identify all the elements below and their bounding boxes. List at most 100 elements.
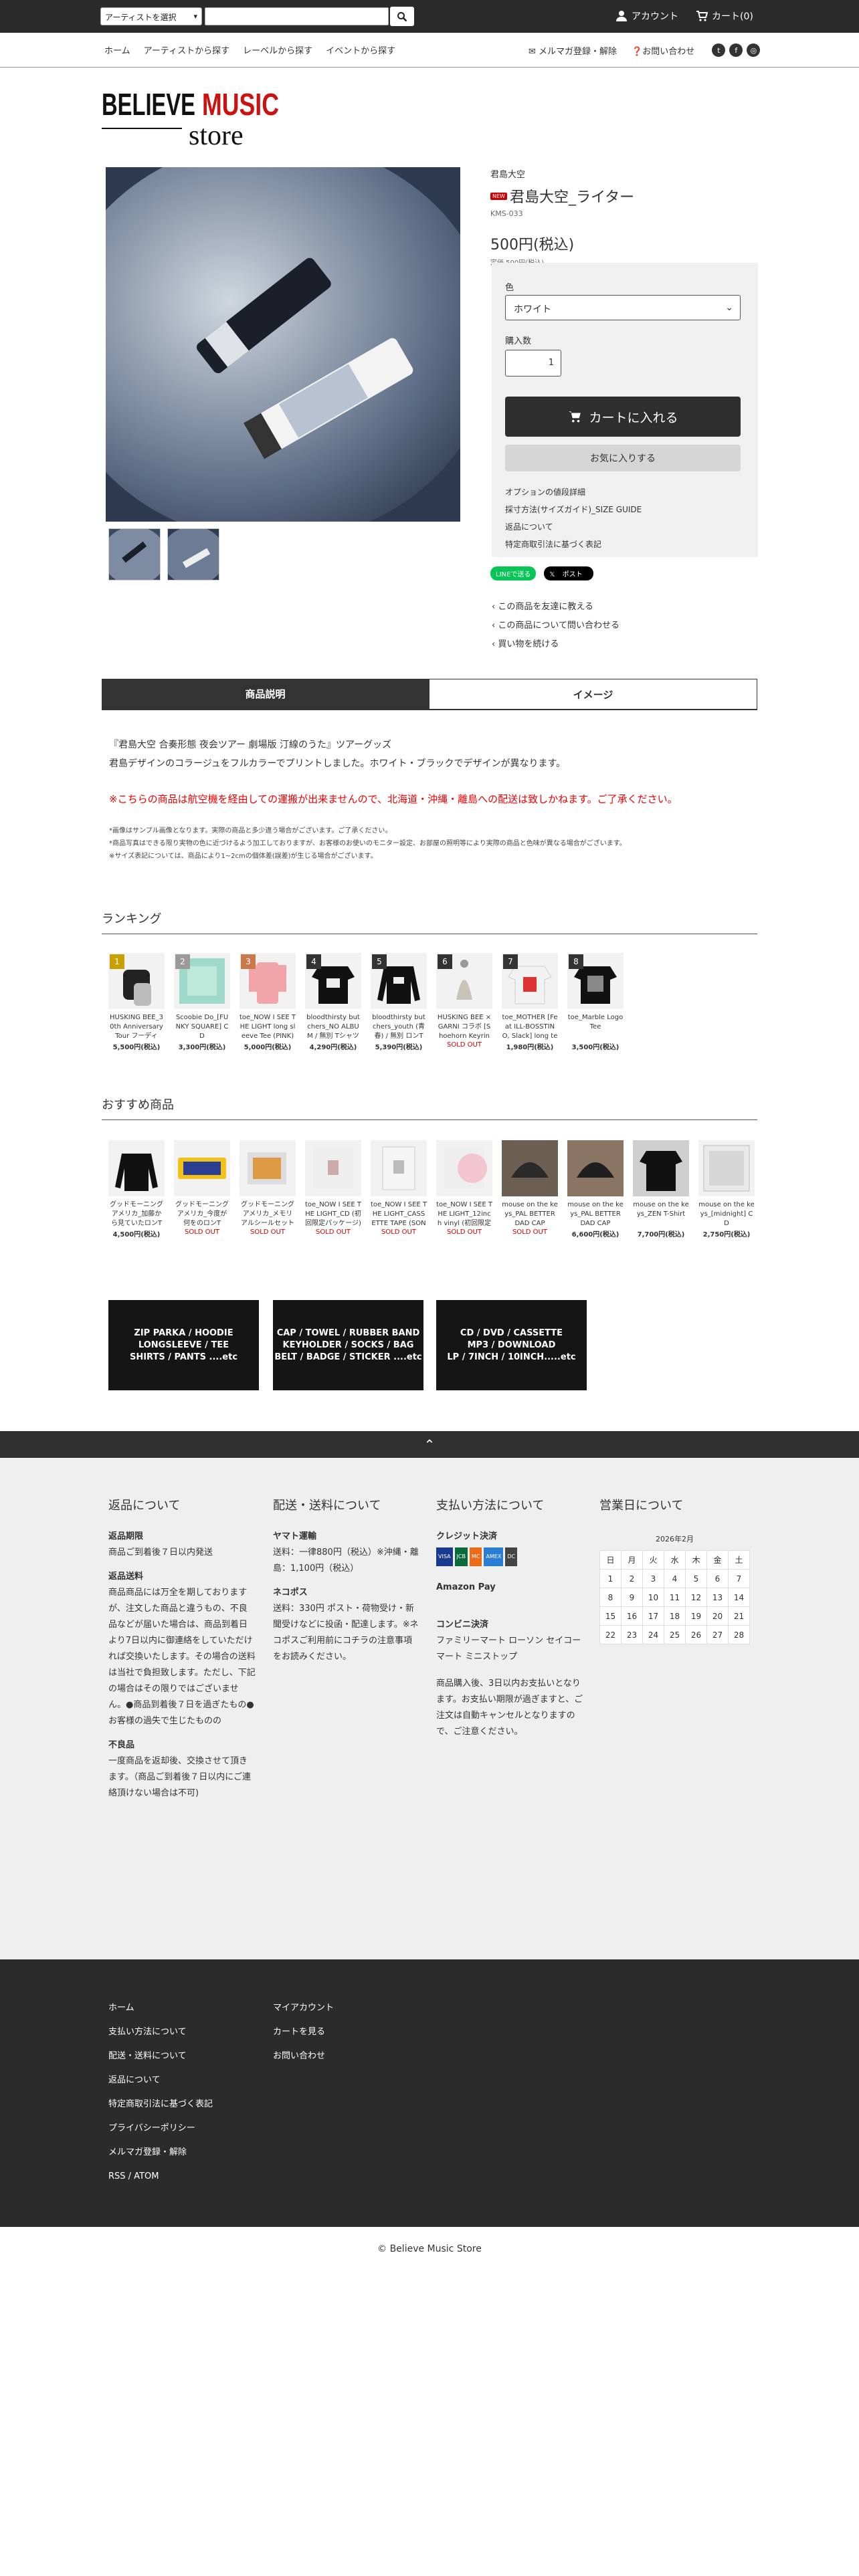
- footer-link[interactable]: マイアカウント: [273, 1996, 334, 2020]
- product-name[interactable]: toe_NOW I SEE THE LIGHT long sleeve Tee …: [240, 1013, 296, 1041]
- product-name[interactable]: Scoobie Do_[FUNKY SQUARE] CD: [174, 1013, 230, 1041]
- nav-mailmag[interactable]: ✉ メルマガ登録・解除: [529, 44, 617, 57]
- product-image[interactable]: 7: [502, 953, 558, 1009]
- product-name[interactable]: mouse on the keys_ZEN T-Shirt: [633, 1200, 689, 1228]
- recommend-item[interactable]: グッドモーニングアメリカ_加藤から見ていたロンT 4,500円(税込): [108, 1140, 165, 1239]
- product-main-image[interactable]: [52, 140, 494, 542]
- product-image[interactable]: 6: [436, 953, 492, 1009]
- ranking-item[interactable]: 7 toe_MOTHER [Feat ILL-BOSSTINO, Slack] l…: [502, 953, 558, 1051]
- product-image[interactable]: [371, 1140, 427, 1196]
- continue-shopping-link[interactable]: ‹ 買い物を続ける: [492, 635, 619, 654]
- product-thumb-2[interactable]: [167, 528, 219, 580]
- footer-link[interactable]: メルマガ登録・解除: [108, 2141, 213, 2165]
- ranking-item[interactable]: 6 HUSKING BEE × GARNI コラボ [Shoehorn Keyri…: [436, 953, 492, 1049]
- recommend-item[interactable]: toe_NOW I SEE THE LIGHT_CASSETTE TAPE (S…: [371, 1140, 427, 1236]
- product-image[interactable]: [698, 1140, 755, 1196]
- product-image[interactable]: [108, 1140, 165, 1196]
- recommend-item[interactable]: mouse on the keys_PAL BETTER DAD CAP SOLD…: [502, 1140, 558, 1236]
- ranking-item[interactable]: 8 toe_Marble Logo Tee 3,500円(税込): [567, 953, 624, 1051]
- product-name[interactable]: グッドモーニングアメリカ_加藤から見ていたロンT: [108, 1200, 165, 1228]
- favorite-button[interactable]: お気に入りする: [505, 445, 741, 471]
- ranking-item[interactable]: 3 toe_NOW I SEE THE LIGHT long sleeve Tee…: [240, 953, 296, 1051]
- product-image[interactable]: 1: [108, 953, 165, 1009]
- product-image[interactable]: [633, 1140, 689, 1196]
- product-name[interactable]: toe_NOW I SEE THE LIGHT_CD (初回限定パッケージ): [305, 1200, 361, 1228]
- product-name[interactable]: toe_Marble Logo Tee: [567, 1013, 624, 1041]
- back-to-top-button[interactable]: ⌃: [0, 1431, 859, 1458]
- search-button[interactable]: [390, 7, 414, 26]
- product-name[interactable]: HUSKING BEE_30th Anniversary Tour フーディ: [108, 1013, 165, 1041]
- ranking-item[interactable]: 4 bloodthirsty butchers_NO ALBUM / 無別 Tシャ…: [305, 953, 361, 1051]
- returns-link[interactable]: 返品について: [505, 518, 642, 536]
- product-name[interactable]: mouse on the keys_PAL BETTER DAD CAP: [502, 1200, 558, 1228]
- instagram-icon[interactable]: ◎: [747, 43, 761, 57]
- product-name[interactable]: mouse on the keys_PAL BETTER DAD CAP: [567, 1200, 624, 1228]
- recommend-item[interactable]: mouse on the keys_[midnight] CD 2,750円(税込…: [698, 1140, 755, 1239]
- product-name[interactable]: bloodthirsty butchers_NO ALBUM / 無別 Tシャツ: [305, 1013, 361, 1041]
- product-image[interactable]: 4: [305, 953, 361, 1009]
- recommend-item[interactable]: toe_NOW I SEE THE LIGHT_CD (初回限定パッケージ) SO…: [305, 1140, 361, 1236]
- footer-link[interactable]: 返品について: [108, 2068, 213, 2092]
- ranking-item[interactable]: 1 HUSKING BEE_30th Anniversary Tour フーディ 5…: [108, 953, 165, 1051]
- cart-link[interactable]: カート(0): [696, 9, 753, 23]
- inquiry-link[interactable]: ‹ この商品について問い合わせる: [492, 617, 619, 635]
- product-image[interactable]: [567, 1140, 624, 1196]
- recommend-item[interactable]: mouse on the keys_ZEN T-Shirt 7,700円(税込): [633, 1140, 689, 1239]
- product-image[interactable]: [502, 1140, 558, 1196]
- footer-link[interactable]: お問い合わせ: [273, 2044, 334, 2068]
- product-name[interactable]: toe_NOW I SEE THE LIGHT_CASSETTE TAPE (S…: [371, 1200, 427, 1228]
- footer-link[interactable]: プライバシーポリシー: [108, 2117, 213, 2141]
- footer-link[interactable]: 支払い方法について: [108, 2020, 213, 2044]
- option-price-link[interactable]: オプションの値段詳細: [505, 484, 642, 501]
- x-post-button[interactable]: 𝕏 ポスト: [544, 566, 593, 580]
- recommend-item[interactable]: グッドモーニングアメリカ_今度が何をのロンT SOLD OUT: [174, 1140, 230, 1236]
- recommend-item[interactable]: toe_NOW I SEE THE LIGHT_12inch vinyl (初回…: [436, 1140, 492, 1236]
- ranking-item[interactable]: 2 Scoobie Do_[FUNKY SQUARE] CD 3,300円(税込): [174, 953, 230, 1051]
- twitter-icon[interactable]: t: [712, 43, 726, 57]
- tell-friend-link[interactable]: ‹ この商品を友達に教える: [492, 598, 619, 617]
- product-name[interactable]: toe_NOW I SEE THE LIGHT_12inch vinyl (初回…: [436, 1200, 492, 1228]
- product-image[interactable]: 5: [371, 953, 427, 1009]
- nav-by-event[interactable]: イベントから探す: [326, 43, 395, 56]
- tab-description[interactable]: 商品説明: [102, 679, 429, 709]
- nav-by-label[interactable]: レーベルから探す: [243, 43, 312, 56]
- product-name[interactable]: グッドモーニングアメリカ_今度が何をのロンT: [174, 1200, 230, 1228]
- recommend-item[interactable]: グッドモーニングアメリカ_メモリアルシールセット（3枚入）SOLD OUT: [240, 1140, 296, 1236]
- account-link[interactable]: アカウント: [615, 9, 678, 23]
- nav-home[interactable]: ホーム: [104, 43, 130, 56]
- color-select[interactable]: ホワイト ⌄: [505, 295, 741, 320]
- product-image[interactable]: 2: [174, 953, 230, 1009]
- product-name[interactable]: グッドモーニングアメリカ_メモリアルシールセット（3枚入）: [240, 1200, 296, 1228]
- facebook-icon[interactable]: f: [729, 43, 743, 57]
- search-input[interactable]: [205, 7, 389, 25]
- store-logo[interactable]: BELIEVE MUSIC store: [102, 86, 282, 152]
- footer-link[interactable]: RSS / ATOM: [108, 2165, 213, 2189]
- product-artist[interactable]: 君島大空: [490, 167, 758, 180]
- nav-by-artist[interactable]: アーティストから探す: [144, 43, 229, 56]
- quantity-input[interactable]: 1: [505, 350, 561, 377]
- add-to-cart-button[interactable]: カートに入れる: [505, 397, 741, 437]
- size-guide-link[interactable]: 採寸方法(サイズガイド)_SIZE GUIDE: [505, 501, 642, 518]
- product-name[interactable]: mouse on the keys_[midnight] CD: [698, 1200, 755, 1228]
- ranking-item[interactable]: 5 bloodthirsty butchers_youth (青春) / 無別 ロ…: [371, 953, 427, 1051]
- product-image[interactable]: [174, 1140, 230, 1196]
- product-image[interactable]: 8: [567, 953, 624, 1009]
- banner-goods[interactable]: CAP / TOWEL / RUBBER BAND KEYHOLDER / SO…: [273, 1300, 423, 1390]
- tab-images[interactable]: イメージ: [429, 679, 757, 709]
- footer-link[interactable]: 配送・送料について: [108, 2044, 213, 2068]
- nav-contact[interactable]: ❓お問い合わせ: [632, 44, 694, 57]
- footer-link[interactable]: 特定商取引法に基づく表記: [108, 2092, 213, 2117]
- product-name[interactable]: toe_MOTHER [Feat ILL-BOSSTINO, Slack] lo…: [502, 1013, 558, 1041]
- banner-media[interactable]: CD / DVD / CASSETTE MP3 / DOWNLOAD LP / …: [436, 1300, 587, 1390]
- product-name[interactable]: bloodthirsty butchers_youth (青春) / 無別 ロン…: [371, 1013, 427, 1041]
- banner-apparel[interactable]: ZIP PARKA / HOODIE LONGSLEEVE / TEE SHIR…: [108, 1300, 259, 1390]
- footer-link[interactable]: ホーム: [108, 1996, 213, 2020]
- artist-select[interactable]: アーティストを選択 ▾: [100, 7, 202, 25]
- product-image[interactable]: [436, 1140, 492, 1196]
- legal-link[interactable]: 特定商取引法に基づく表記: [505, 536, 642, 553]
- product-image[interactable]: [305, 1140, 361, 1196]
- footer-link[interactable]: カートを見る: [273, 2020, 334, 2044]
- product-name[interactable]: HUSKING BEE × GARNI コラボ [Shoehorn Keyrin…: [436, 1013, 492, 1041]
- line-share-button[interactable]: LINEで送る: [490, 566, 537, 580]
- product-image[interactable]: [240, 1140, 296, 1196]
